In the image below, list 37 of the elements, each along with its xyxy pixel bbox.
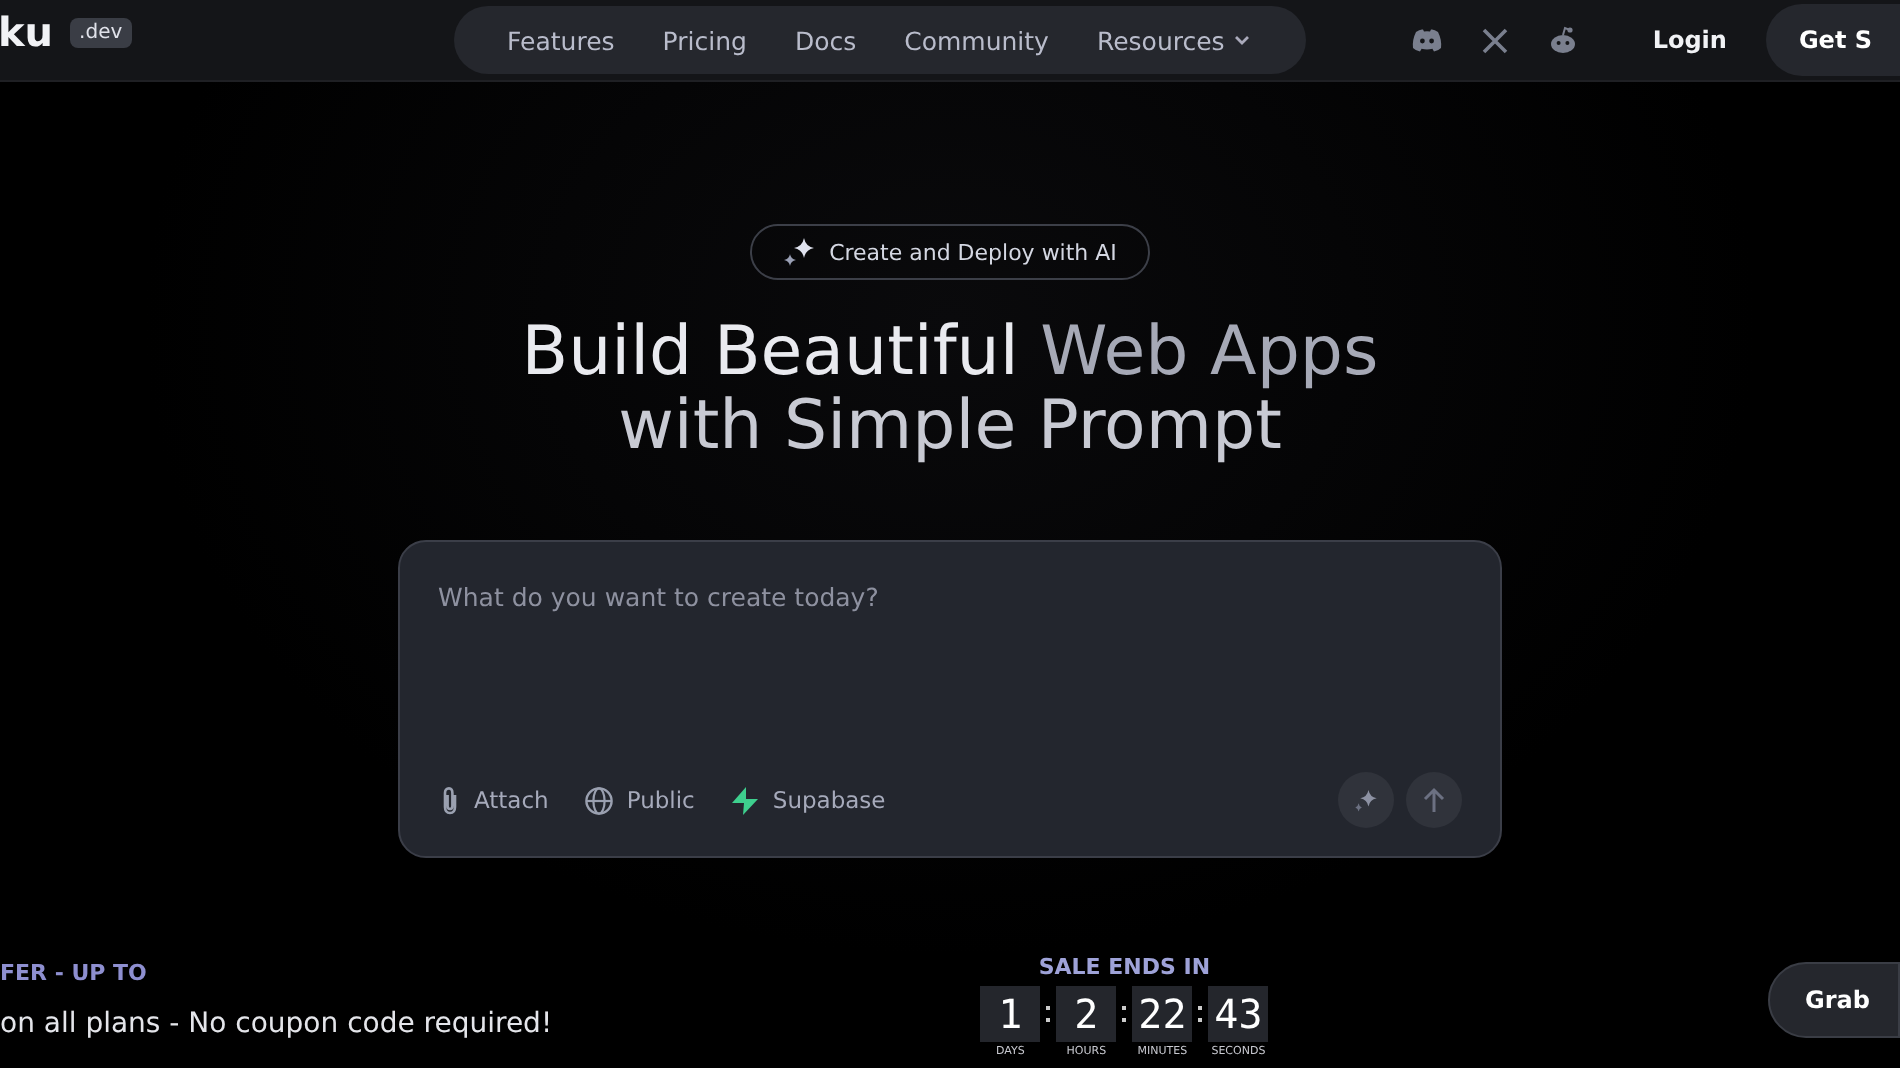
login-link[interactable]: Login xyxy=(1652,26,1727,54)
nav-link[interactable]: Community xyxy=(880,25,1073,55)
prompt-box[interactable]: What do you want to create today? Attach Public Supabase xyxy=(398,540,1502,858)
caret-icon xyxy=(1232,30,1253,50)
offer-text: on all plans - No coupon code required! xyxy=(0,1008,555,1040)
bolt-icon xyxy=(730,785,761,815)
paperclip-icon xyxy=(438,785,462,815)
sparkle-icon xyxy=(1352,786,1380,814)
logo-text[interactable]: ku xyxy=(0,8,54,56)
countdown-digit: 1 xyxy=(980,986,1041,1042)
arrow-up-icon xyxy=(1422,786,1446,814)
enhance-button[interactable] xyxy=(1338,772,1394,828)
tool-button[interactable]: Supabase xyxy=(730,785,886,815)
tool-button[interactable]: Public xyxy=(584,785,695,815)
countdown-digit: 22 xyxy=(1132,986,1193,1042)
countdown-digit: 2 xyxy=(1056,986,1117,1042)
offer-label: FER - UP TO xyxy=(0,960,149,986)
globe-icon xyxy=(584,785,615,815)
nav-link[interactable]: Docs xyxy=(770,25,881,55)
sparkle-icon xyxy=(781,236,816,268)
announcement-badge[interactable]: Create and Deploy with AI xyxy=(749,224,1151,280)
domain-badge: .dev xyxy=(69,17,133,47)
nav-link[interactable]: Features xyxy=(483,25,639,55)
get-started-button[interactable]: Get S xyxy=(1766,4,1900,76)
grab-deal-button[interactable]: Grab xyxy=(1767,962,1900,1038)
nav-link[interactable]: Resources xyxy=(1072,25,1277,55)
sale-heading: SALE ENDS IN xyxy=(1038,954,1211,980)
badge-text: Create and Deploy with AI xyxy=(829,239,1117,265)
headline: with Simple Prompt xyxy=(618,390,1282,464)
send-button[interactable] xyxy=(1406,772,1462,828)
x-logo-icon[interactable] xyxy=(1482,27,1509,53)
reddit-icon[interactable] xyxy=(1548,25,1579,55)
nav-link[interactable]: Pricing xyxy=(638,25,771,55)
tool-button[interactable]: Attach xyxy=(438,785,549,815)
discord-icon[interactable] xyxy=(1412,28,1443,52)
headline: Build Beautiful Web Apps xyxy=(521,316,1379,390)
countdown-digit: 43 xyxy=(1208,986,1269,1042)
